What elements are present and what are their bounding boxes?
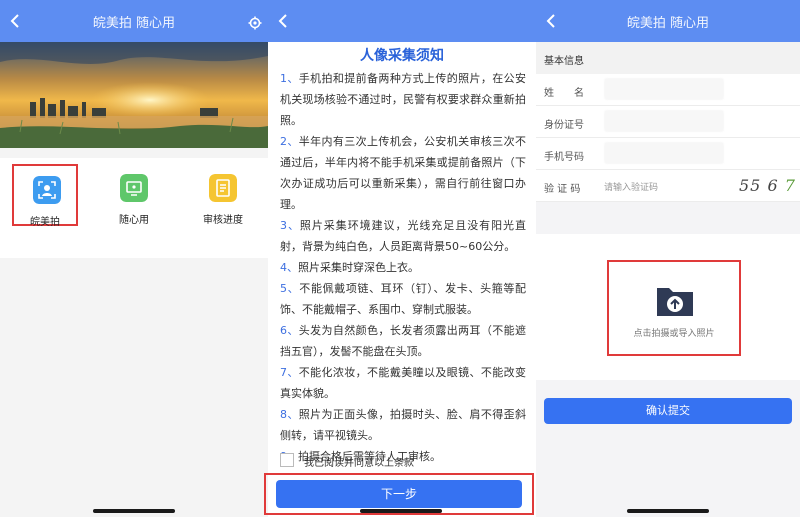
tile-wanmeipai[interactable]: 皖美拍	[12, 164, 78, 228]
app-title: 皖美拍 随心用	[92, 16, 176, 31]
upload-label: 点击拍摄或导入照片	[633, 329, 715, 339]
rules-list: 1、手机拍和提前备两种方式上传的照片，在公安机关现场核验不通过时，民警有权要求群…	[280, 68, 526, 467]
top-bar: 皖美拍 随心用	[536, 0, 800, 42]
notice-title: 人像采集须知	[360, 48, 444, 64]
home-screen: 皖美拍 随心用 皖美拍 随心用 审核进度	[0, 0, 268, 517]
captcha-row: 验 证 码 请输入验证码 55 6 7	[536, 170, 800, 202]
rule-item: 6、头发为自然颜色，长发者须露出两耳（不能遮挡五官），发髻不能盘在头顶。	[280, 324, 527, 358]
top-bar	[268, 0, 536, 42]
captcha-input[interactable]: 请输入验证码	[604, 180, 658, 193]
name-row: 姓 名	[536, 74, 800, 106]
tile-label: 随心用	[119, 215, 149, 226]
id-row: 身份证号	[536, 106, 800, 138]
rule-item: 2、半年内有三次上传机会，公安机关审核三次不通过后，半年内将不能手机采集或提前备…	[280, 135, 527, 211]
photo-notice-screen: 人像采集须知 1、手机拍和提前备两种方式上传的照片，在公安机关现场核验不通过时，…	[268, 0, 536, 517]
captcha-label: 验 证 码	[544, 184, 581, 195]
confirm-submit-button[interactable]: 确认提交	[544, 398, 792, 424]
basic-info-form: 姓 名 身份证号 手机号码 验 证 码 请输入验证码 55 6 7	[536, 74, 800, 202]
face-scan-icon	[33, 176, 61, 204]
app-title: 皖美拍 随心用	[626, 16, 710, 31]
id-number-label: 身份证号	[544, 120, 584, 131]
rule-item: 1、手机拍和提前备两种方式上传的照片，在公安机关现场核验不通过时，民警有权要求群…	[280, 72, 527, 127]
phone-field[interactable]	[604, 142, 724, 164]
folder-upload-icon	[657, 288, 693, 316]
document-list-icon	[209, 174, 237, 202]
city-sunset-banner	[0, 42, 268, 148]
rule-item: 5、不能佩戴项链、耳环（钉）、发卡、头箍等配饰、不能戴帽子、系围巾、穿制式服装。	[280, 282, 527, 316]
gear-icon[interactable]	[248, 16, 262, 30]
tile-label: 皖美拍	[30, 217, 60, 228]
rule-item: 8、照片为正面头像，拍摄时头、脸、肩不得歪斜侧转，请平视镜头。	[280, 408, 527, 442]
next-step-highlight: 下一步	[264, 473, 534, 515]
phone-row: 手机号码	[536, 138, 800, 170]
rule-item: 4、照片采集时穿深色上衣。	[280, 261, 419, 274]
next-step-button[interactable]: 下一步	[276, 480, 522, 508]
back-arrow-icon[interactable]	[274, 11, 294, 31]
id-number-field[interactable]	[604, 110, 724, 132]
name-field[interactable]	[604, 78, 724, 100]
captcha-image[interactable]: 55 6 7	[739, 173, 797, 199]
agree-label: 我已阅读并同意以上条款	[304, 458, 414, 469]
tile-label: 审核进度	[203, 215, 243, 226]
phone-label: 手机号码	[544, 152, 584, 163]
info-upload-screen: 皖美拍 随心用 基本信息 姓 名 身份证号 手机号码 验 证 码 请输入验证码 …	[536, 0, 800, 517]
tile-suixinyong[interactable]: 随心用	[101, 164, 167, 226]
home-indicator	[627, 509, 709, 513]
upload-photo-area[interactable]: 点击拍摄或导入照片	[607, 260, 741, 356]
feature-tiles: 皖美拍 随心用 审核进度	[0, 158, 268, 258]
name-label: 姓 名	[544, 88, 584, 99]
tile-review-progress[interactable]: 审核进度	[190, 164, 256, 226]
rule-item: 3、照片采集环境建议，光线充足且没有阳光直射，背景为纯白色，人员距离背景50~6…	[280, 219, 527, 253]
home-indicator	[93, 509, 175, 513]
agree-checkbox[interactable]	[280, 453, 294, 467]
rule-item: 7、不能化浓妆，不能戴美瞳以及眼镜、不能改变真实体貌。	[280, 366, 527, 400]
top-bar: 皖美拍 随心用	[0, 0, 268, 42]
monitor-icon	[120, 174, 148, 202]
section-header: 基本信息	[536, 42, 800, 74]
